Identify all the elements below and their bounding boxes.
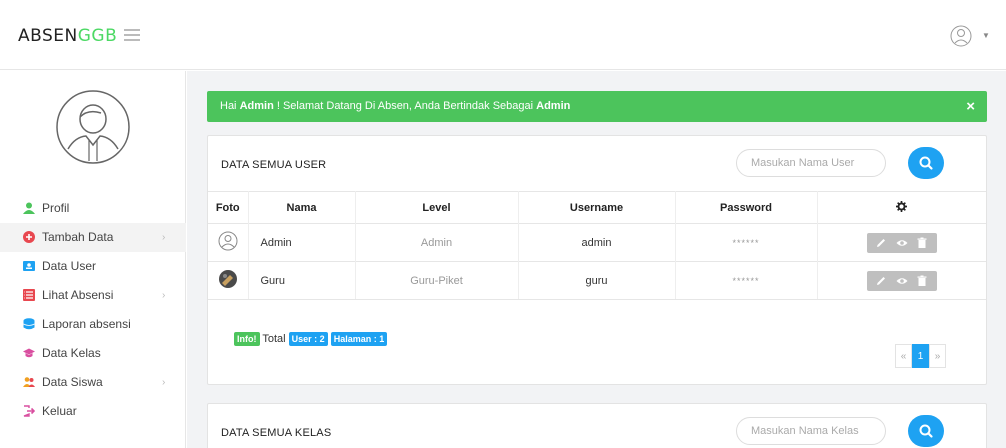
pagination-prev[interactable]: « bbox=[895, 344, 912, 368]
row-action-group bbox=[866, 270, 937, 291]
row-nama: Admin bbox=[248, 223, 356, 262]
sidebar-item-label: Keluar bbox=[42, 404, 77, 418]
col-header-nama: Nama bbox=[248, 191, 356, 224]
database-icon bbox=[23, 318, 35, 330]
chevron-right-icon: › bbox=[162, 290, 166, 301]
sidebar-item-label: Profil bbox=[42, 201, 70, 215]
info-badge: Info! bbox=[234, 332, 260, 346]
app-logo[interactable]: ABSENGGB bbox=[18, 26, 117, 46]
gear-icon bbox=[896, 200, 908, 212]
sidebar-item-tambah-data[interactable]: Tambah Data › bbox=[0, 223, 186, 252]
sidebar-menu: Profil Tambah Data › Data User Lihat Abs… bbox=[0, 194, 186, 426]
row-password: ****** bbox=[675, 223, 818, 262]
main-content: Hai Admin ! Selamat Datang Di Absen, And… bbox=[187, 71, 1006, 448]
sidebar-item-profil[interactable]: Profil bbox=[0, 194, 186, 223]
user-icon bbox=[23, 202, 35, 214]
sidebar-item-data-siswa[interactable]: Data Siswa › bbox=[0, 368, 186, 397]
sidebar-item-label: Data Kelas bbox=[42, 346, 101, 360]
search-icon bbox=[919, 424, 933, 438]
col-header-password: Password bbox=[675, 191, 818, 224]
sidebar-item-lihat-absensi[interactable]: Lihat Absensi › bbox=[0, 281, 186, 310]
alert-prefix: Hai bbox=[220, 100, 240, 112]
alert-role: Admin bbox=[536, 100, 571, 112]
row-nama: Guru bbox=[248, 261, 356, 300]
page-badge: Halaman : 1 bbox=[330, 332, 388, 346]
row-level: Guru-Piket bbox=[355, 261, 519, 300]
brand-main: ABSEN bbox=[18, 26, 78, 46]
card-title: DATA SEMUA USER bbox=[221, 159, 327, 171]
sign-out-icon bbox=[23, 405, 35, 417]
sidebar-item-label: Data User bbox=[42, 259, 97, 273]
row-action-group bbox=[866, 232, 937, 253]
view-eye-icon[interactable] bbox=[896, 275, 908, 287]
card-title: DATA SEMUA KELAS bbox=[221, 427, 332, 439]
user-search-button[interactable] bbox=[908, 147, 944, 179]
row-actions bbox=[817, 223, 986, 262]
sidebar-item-label: Data Siswa bbox=[42, 375, 103, 389]
table-row: Guru Guru-Piket guru ****** bbox=[208, 261, 986, 300]
user-menu-dropdown[interactable]: ▼ bbox=[950, 25, 990, 47]
id-card-icon bbox=[23, 261, 35, 271]
col-header-foto: Foto bbox=[208, 191, 249, 224]
pagination-page-1[interactable]: 1 bbox=[912, 344, 929, 368]
row-photo bbox=[208, 261, 249, 300]
delete-trash-icon[interactable] bbox=[916, 237, 928, 249]
edit-pencil-icon[interactable] bbox=[875, 237, 887, 249]
users-card: DATA SEMUA USER Foto Nama Level Username… bbox=[207, 135, 987, 385]
user-count-badge: User : 2 bbox=[288, 332, 328, 346]
kelas-search-button[interactable] bbox=[908, 415, 944, 447]
alert-text: ! Selamat Datang Di Absen, Anda Bertinda… bbox=[273, 100, 537, 112]
chevron-down-icon: ▼ bbox=[982, 31, 990, 40]
alert-user: Admin bbox=[239, 100, 274, 112]
welcome-alert: Hai Admin ! Selamat Datang Di Absen, And… bbox=[207, 91, 987, 122]
table-info: Info! Total User : 2 Halaman : 1 bbox=[234, 332, 388, 346]
kelas-card: DATA SEMUA KELAS bbox=[207, 403, 987, 448]
delete-trash-icon[interactable] bbox=[916, 275, 928, 287]
sidebar-item-data-user[interactable]: Data User bbox=[0, 252, 186, 281]
table-header-row: Foto Nama Level Username Password bbox=[208, 191, 986, 224]
pagination-next[interactable]: » bbox=[929, 344, 946, 368]
sidebar-item-laporan-absensi[interactable]: Laporan absensi bbox=[0, 310, 186, 339]
close-icon[interactable]: × bbox=[966, 91, 975, 122]
table-row: Admin Admin admin ****** bbox=[208, 223, 986, 262]
chevron-right-icon: › bbox=[162, 377, 166, 388]
col-header-settings bbox=[817, 191, 986, 224]
list-icon bbox=[23, 289, 35, 301]
user-avatar-icon bbox=[218, 231, 238, 251]
user-search-input[interactable] bbox=[736, 149, 886, 177]
view-eye-icon[interactable] bbox=[896, 237, 908, 249]
users-table: Foto Nama Level Username Password Admin bbox=[208, 191, 986, 300]
sidebar-item-label: Laporan absensi bbox=[42, 317, 131, 331]
total-label: Total bbox=[262, 332, 286, 345]
chevron-right-icon: › bbox=[162, 232, 166, 243]
sidebar-item-data-kelas[interactable]: Data Kelas bbox=[0, 339, 186, 368]
sidebar-item-keluar[interactable]: Keluar bbox=[0, 397, 186, 426]
col-header-level: Level bbox=[355, 191, 519, 224]
col-header-username: Username bbox=[518, 191, 676, 224]
sidebar: Profil Tambah Data › Data User Lihat Abs… bbox=[0, 71, 186, 448]
user-photo-icon bbox=[218, 270, 237, 288]
pagination: « 1 » bbox=[895, 344, 946, 368]
row-photo bbox=[208, 223, 249, 262]
top-navbar: ABSENGGB ▼ bbox=[0, 0, 1006, 70]
row-password: ****** bbox=[675, 261, 818, 300]
row-username: guru bbox=[518, 261, 676, 300]
menu-toggle-icon[interactable] bbox=[124, 28, 140, 41]
user-avatar-icon bbox=[950, 25, 972, 47]
users-icon bbox=[23, 377, 35, 387]
row-level: Admin bbox=[355, 223, 519, 262]
row-actions bbox=[817, 261, 986, 300]
sidebar-item-label: Lihat Absensi bbox=[42, 288, 114, 302]
kelas-search-input[interactable] bbox=[736, 417, 886, 445]
row-username: admin bbox=[518, 223, 676, 262]
brand-accent: GGB bbox=[77, 26, 118, 46]
edit-pencil-icon[interactable] bbox=[875, 275, 887, 287]
graduation-cap-icon bbox=[23, 348, 35, 358]
sidebar-item-label: Tambah Data bbox=[42, 230, 114, 244]
profile-avatar bbox=[55, 89, 131, 165]
plus-circle-icon bbox=[23, 231, 35, 243]
search-icon bbox=[919, 156, 933, 170]
